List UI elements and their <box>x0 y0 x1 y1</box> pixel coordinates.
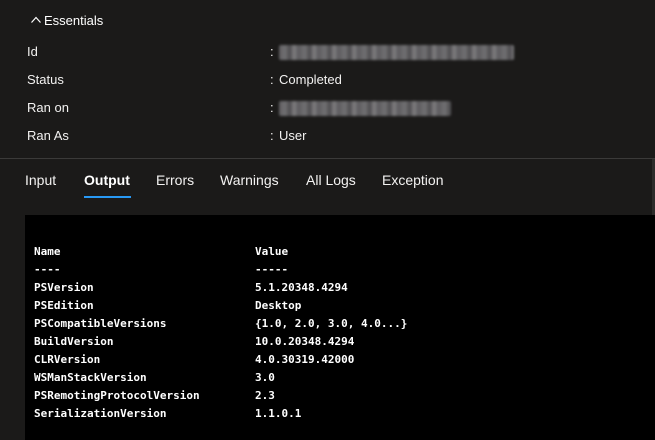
output-row: PSCompatibleVersions {1.0, 2.0, 3.0, 4.0… <box>25 317 655 335</box>
output-underline-name: ---- <box>34 263 61 276</box>
output-header-row: Name Value <box>25 245 655 263</box>
output-row-value: 1.1.0.1 <box>255 407 302 420</box>
output-tabs: Input Output Errors Warnings All Logs Ex… <box>0 159 655 207</box>
output-row-value: {1.0, 2.0, 3.0, 4.0...} <box>255 317 408 330</box>
output-row-name: BuildVersion <box>34 335 114 348</box>
redacted-id-value <box>279 45 514 60</box>
output-row-value: 2.3 <box>255 389 275 402</box>
output-row-value: 5.1.20348.4294 <box>255 281 348 294</box>
ran-as-value: User <box>279 128 307 143</box>
property-label: Ran As <box>27 128 69 143</box>
property-row-ran-on: Ran on : <box>0 94 655 122</box>
property-label: Ran on <box>27 100 69 115</box>
output-row-name: PSEdition <box>34 299 94 312</box>
output-row: PSEdition Desktop <box>25 299 655 317</box>
property-label: Status <box>27 72 64 87</box>
property-label: Id <box>27 44 38 59</box>
property-separator: : <box>270 44 274 59</box>
tab-exception[interactable]: Exception <box>382 172 443 188</box>
redacted-ran-on-value <box>279 101 451 116</box>
output-row-name: PSRemotingProtocolVersion <box>34 389 200 402</box>
status-value: Completed <box>279 72 342 87</box>
property-separator: : <box>270 100 274 115</box>
active-tab-indicator <box>84 196 131 198</box>
property-separator: : <box>270 72 274 87</box>
tab-errors[interactable]: Errors <box>156 172 194 188</box>
tab-output[interactable]: Output <box>84 172 130 188</box>
output-row: PSVersion 5.1.20348.4294 <box>25 281 655 299</box>
property-separator: : <box>270 128 274 143</box>
essentials-properties: Id : Status : Completed Ran on : Ran As … <box>0 38 655 150</box>
essentials-toggle[interactable]: Essentials <box>0 0 655 40</box>
output-console: Name Value ---- ----- PSVersion 5.1.2034… <box>25 215 655 440</box>
output-row: CLRVersion 4.0.30319.42000 <box>25 353 655 371</box>
output-row-name: WSManStackVersion <box>34 371 147 384</box>
output-row: BuildVersion 10.0.20348.4294 <box>25 335 655 353</box>
output-row: PSRemotingProtocolVersion 2.3 <box>25 389 655 407</box>
output-row: WSManStackVersion 3.0 <box>25 371 655 389</box>
output-header-value: Value <box>255 245 289 258</box>
output-row-value: Desktop <box>255 299 302 312</box>
output-row-name: PSVersion <box>34 281 94 294</box>
output-row-value: 3.0 <box>255 371 275 384</box>
output-row-value: 4.0.30319.42000 <box>255 353 355 366</box>
output-underline-row: ---- ----- <box>25 263 655 281</box>
tab-input[interactable]: Input <box>25 172 56 188</box>
property-row-id: Id : <box>0 38 655 66</box>
essentials-title: Essentials <box>44 12 104 28</box>
property-row-status: Status : Completed <box>0 66 655 94</box>
output-row: SerializationVersion 1.1.0.1 <box>25 407 655 425</box>
output-header-name: Name <box>34 245 61 258</box>
property-row-ran-as: Ran As : User <box>0 122 655 150</box>
output-row-name: PSCompatibleVersions <box>34 317 167 330</box>
output-row-name: CLRVersion <box>34 353 101 366</box>
output-row-name: SerializationVersion <box>34 407 167 420</box>
tab-warnings[interactable]: Warnings <box>220 172 279 188</box>
tab-all-logs[interactable]: All Logs <box>306 172 356 188</box>
output-row-value: 10.0.20348.4294 <box>255 335 355 348</box>
output-underline-value: ----- <box>255 263 289 276</box>
chevron-up-icon <box>30 14 42 26</box>
